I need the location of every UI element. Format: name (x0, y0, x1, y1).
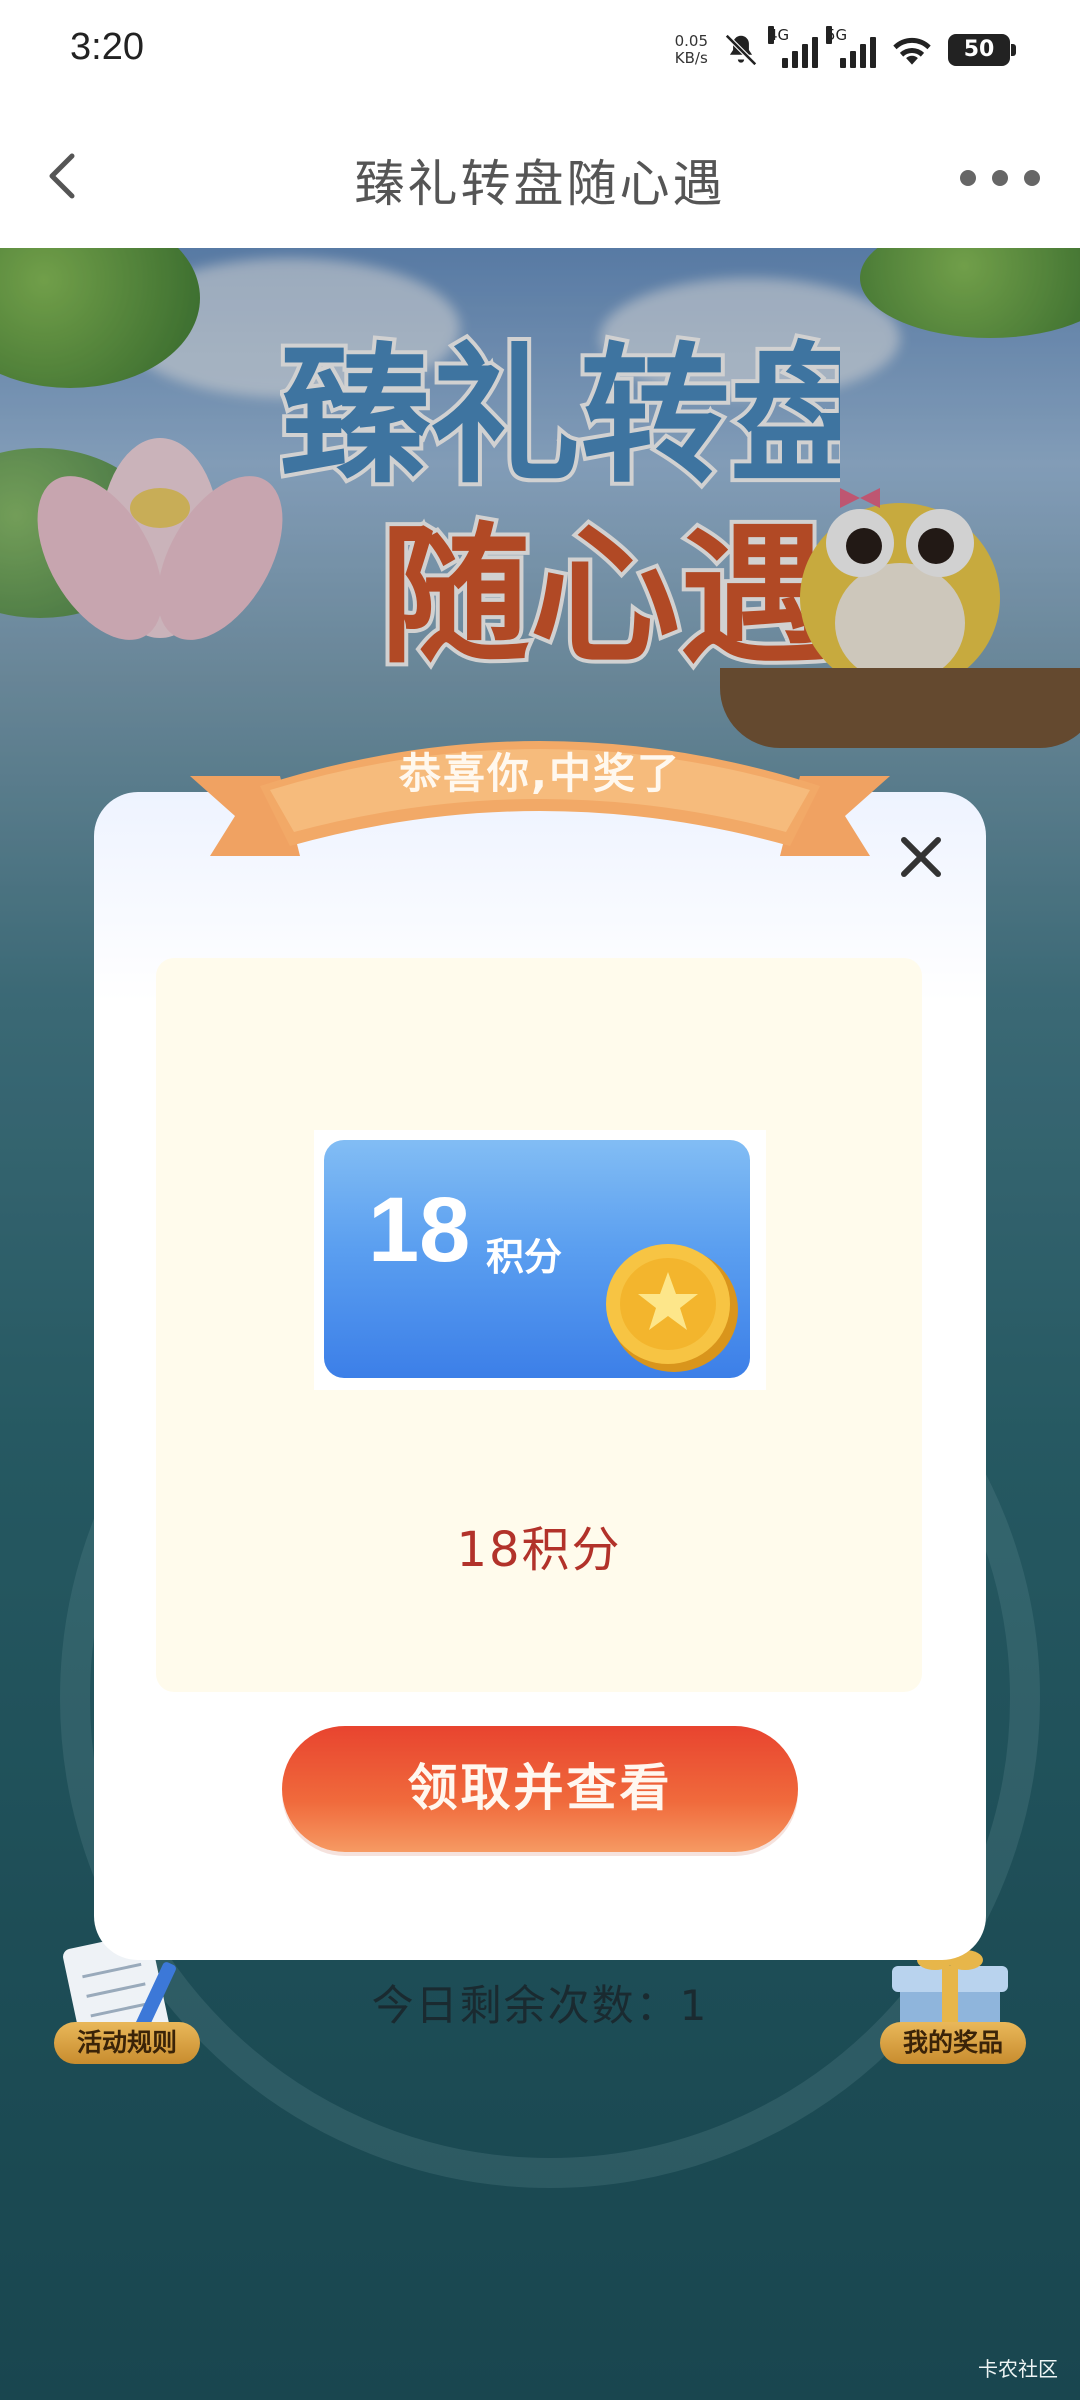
page-title: 臻礼转盘随心遇 (354, 155, 726, 213)
cellular-signal-4g-icon: 4G (768, 26, 818, 68)
cellular-signal-5g-icon: 5G (826, 26, 876, 68)
more-dot (992, 170, 1008, 186)
gold-coin-icon (606, 1244, 738, 1372)
watermark: 卡农社区 (978, 2357, 1058, 2381)
more-options-icon[interactable] (960, 158, 1040, 198)
points-prize-card: 18 积分 (324, 1140, 750, 1378)
status-icons: 0.05 KB/s 4G 5G 50 (675, 26, 1016, 74)
remaining-spins-text: 今日剩余次数：1 (371, 1981, 709, 2030)
close-icon[interactable] (896, 832, 946, 882)
signal-4g-label: 4G (768, 26, 790, 44)
claim-and-view-button[interactable]: 领取并查看 (282, 1726, 798, 1852)
card-points-unit: 积分 (486, 1235, 563, 1279)
prize-name: 18积分 (456, 1522, 622, 1578)
network-speed-unit: KB/s (674, 49, 708, 67)
status-time: 3:20 (70, 26, 144, 68)
screen: 3:20 0.05 KB/s 4G 5G 50 臻礼转盘随心遇 臻礼转盘 随心遇… (0, 0, 1080, 2400)
network-speed: 0.05 KB/s (675, 33, 708, 67)
nav-bar: 臻礼转盘随心遇 (0, 100, 1080, 248)
status-bar: 3:20 0.05 KB/s 4G 5G 50 (0, 0, 1080, 100)
network-speed-value: 0.05 (674, 32, 708, 50)
signal-5g-label: 5G (826, 26, 848, 44)
wifi-icon (893, 37, 931, 65)
congrats-banner-text: 恭喜你,中奖了 (399, 749, 681, 798)
battery-icon: 50 (948, 34, 1016, 66)
mute-bell-icon (725, 34, 757, 66)
more-dot (1024, 170, 1040, 186)
more-dot (960, 170, 976, 186)
card-points-amount: 18 (368, 1179, 471, 1281)
